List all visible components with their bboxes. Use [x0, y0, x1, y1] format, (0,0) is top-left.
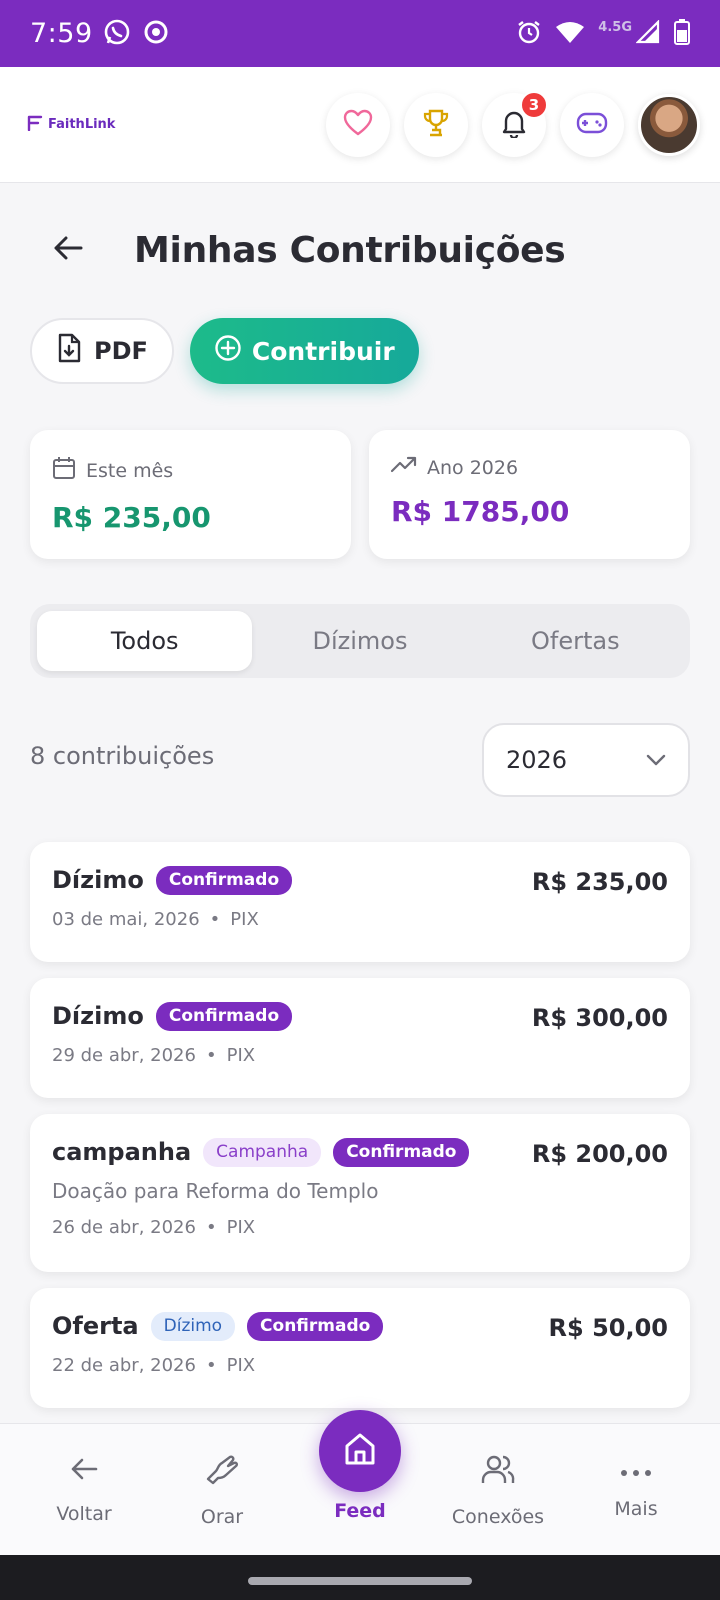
status-time: 7:59	[30, 18, 93, 49]
meta-separator: •	[205, 1354, 217, 1376]
logo-mark-icon	[26, 115, 44, 135]
whatsapp-icon	[103, 18, 131, 50]
list-item[interactable]: Dízimo Confirmado R$ 300,00 29 de abr, 2…	[30, 978, 690, 1098]
tab-todos[interactable]: Todos	[37, 611, 253, 671]
status-badge: Confirmado	[247, 1312, 384, 1341]
nav-pray-label: Orar	[200, 1505, 244, 1528]
pdf-label: PDF	[94, 337, 148, 365]
contribution-title: Oferta	[52, 1312, 139, 1341]
list-item[interactable]: campanha Campanha Confirmado R$ 200,00 D…	[30, 1114, 690, 1272]
contribute-label: Contribuir	[251, 336, 395, 366]
year-label: Ano 2026	[427, 456, 519, 479]
list-item[interactable]: Dízimo Confirmado R$ 235,00 03 de mai, 2…	[30, 842, 690, 962]
month-value: R$ 235,00	[52, 501, 211, 534]
contribution-amount: R$ 235,00	[531, 868, 668, 896]
list-item[interactable]: Oferta Dízimo Confirmado R$ 50,00 22 de …	[30, 1288, 690, 1408]
nav-feed-label: Feed	[334, 1500, 386, 1522]
home-icon	[342, 1431, 378, 1471]
year-summary-card: Ano 2026 R$ 1785,00	[369, 430, 690, 559]
tab-ofertas[interactable]: Ofertas	[468, 611, 683, 671]
file-download-icon	[56, 333, 82, 369]
status-badge: Confirmado	[333, 1138, 470, 1167]
nav-pray[interactable]: Orar	[162, 1424, 282, 1556]
type-badge: Campanha	[203, 1138, 322, 1167]
nav-back-label: Voltar	[56, 1502, 112, 1525]
home-gesture-handle[interactable]	[248, 1577, 472, 1585]
battery-icon	[674, 18, 690, 49]
faithlink-logo[interactable]: FaithLink	[26, 115, 115, 135]
nav-back[interactable]: Voltar	[24, 1424, 144, 1556]
trophy-icon	[421, 108, 451, 142]
filter-tabs: Todos Dízimos Ofertas	[30, 604, 690, 678]
chrome-icon	[143, 19, 169, 49]
chevron-down-icon	[646, 754, 666, 766]
month-label: Este mês	[86, 459, 174, 482]
pdf-button[interactable]: PDF	[30, 318, 174, 384]
contribution-title: Dízimo	[52, 1002, 144, 1031]
status-badge: Confirmado	[155, 1002, 293, 1031]
notifications-button[interactable]: 3	[482, 90, 548, 157]
contribution-list: Dízimo Confirmado R$ 235,00 03 de mai, 2…	[30, 842, 690, 1424]
contribution-description: Doação para Reforma do Templo	[52, 1178, 379, 1203]
nav-connections[interactable]: Conexões	[438, 1424, 558, 1556]
contribution-date: 03 de mai, 2026	[52, 908, 200, 930]
network-type: 4.5G	[598, 20, 632, 35]
contribution-date: 22 de abr, 2026	[52, 1354, 196, 1376]
feed-button[interactable]	[319, 1410, 401, 1492]
year-value: R$ 1785,00	[391, 495, 570, 528]
heart-icon	[343, 109, 373, 141]
meta-separator: •	[205, 1216, 217, 1238]
alarm-icon	[516, 19, 542, 49]
arrow-left-icon	[53, 235, 83, 265]
payment-method: PIX	[230, 908, 259, 930]
nav-more-label: Mais	[614, 1498, 658, 1520]
status-badge: Confirmado	[155, 866, 293, 895]
user-avatar[interactable]	[638, 93, 700, 156]
meta-separator: •	[209, 908, 221, 930]
app-header: FaithLink 3	[0, 67, 720, 183]
nav-more[interactable]: Mais	[576, 1424, 696, 1556]
contribution-date: 29 de abr, 2026	[52, 1044, 196, 1066]
tab-dizimos[interactable]: Dízimos	[252, 611, 467, 671]
title-row: Minhas Contribuições	[0, 215, 720, 285]
contribution-amount: R$ 50,00	[548, 1314, 668, 1342]
month-summary-card: Este mês R$ 235,00	[30, 430, 351, 559]
calendar-icon	[52, 456, 76, 485]
contribution-title: Dízimo	[52, 866, 144, 895]
contribution-title: campanha	[52, 1138, 192, 1167]
year-select[interactable]: 2026	[482, 723, 690, 797]
contribution-amount: R$ 300,00	[531, 1004, 668, 1032]
contribute-button[interactable]: Contribuir	[189, 318, 419, 384]
praying-hands-icon	[204, 1453, 240, 1490]
page-title: Minhas Contribuições	[134, 229, 566, 271]
plus-circle-icon	[214, 334, 242, 368]
back-button[interactable]	[48, 230, 88, 270]
status-bar: 7:59 4.5G	[0, 0, 720, 67]
wifi-icon	[556, 21, 585, 47]
notification-count-badge: 3	[520, 90, 548, 119]
games-button[interactable]	[560, 92, 624, 157]
contribution-amount: R$ 200,00	[531, 1140, 668, 1168]
arrow-left-icon	[69, 1456, 99, 1487]
nav-connections-label: Conexões	[451, 1505, 545, 1528]
nav-feed[interactable]: Feed	[319, 1410, 401, 1522]
trending-up-icon	[390, 456, 417, 479]
logo-text: FaithLink	[48, 117, 116, 132]
payment-method: PIX	[226, 1044, 256, 1066]
bottom-nav: Voltar Orar Feed Conexões Mais	[0, 1410, 720, 1556]
year-select-value: 2026	[506, 746, 568, 774]
achievements-button[interactable]	[404, 92, 468, 157]
more-horizontal-icon	[620, 1460, 652, 1482]
payment-method: PIX	[226, 1216, 256, 1238]
contribution-count: 8 contribuições	[30, 742, 215, 770]
gamepad-icon	[576, 111, 608, 139]
users-icon	[480, 1453, 516, 1490]
payment-method: PIX	[226, 1354, 256, 1376]
signal-icon	[635, 18, 660, 48]
contribution-date: 26 de abr, 2026	[52, 1216, 196, 1238]
meta-separator: •	[205, 1044, 217, 1066]
type-badge: Dízimo	[150, 1312, 236, 1341]
favorites-button[interactable]	[326, 92, 390, 157]
